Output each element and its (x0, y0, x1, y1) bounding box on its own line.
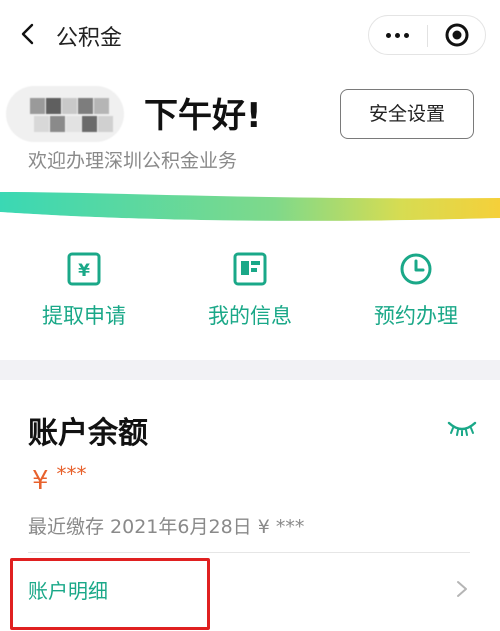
welcome-text: 欢迎办理深圳公积金业务 (28, 150, 238, 172)
more-dots-icon[interactable] (369, 16, 427, 54)
svg-text:¥: ¥ (78, 261, 90, 281)
greeting-text: 下午好! (144, 96, 262, 136)
security-settings-button[interactable]: 安全设置 (340, 89, 474, 139)
balance-title: 账户余额 (28, 416, 148, 451)
info-card-icon (233, 252, 267, 286)
quick-action-my-info[interactable]: 我的信息 (190, 252, 310, 330)
mini-program-capsule (368, 15, 486, 55)
clock-icon (400, 253, 432, 285)
highlight-annotation-box (10, 558, 210, 630)
page-title: 公积金 (56, 26, 123, 51)
quick-action-appointment[interactable]: 预约办理 (356, 252, 476, 330)
avatar (6, 86, 124, 142)
chevron-right-icon[interactable] (455, 579, 469, 599)
chevron-left-icon[interactable] (16, 22, 40, 46)
yuan-icon: ¥ (67, 252, 101, 286)
quick-action-label: 预约办理 (374, 304, 458, 328)
decorative-wave (0, 192, 500, 230)
quick-action-withdraw[interactable]: ¥ 提取申请 (24, 252, 144, 330)
quick-action-label: 我的信息 (208, 304, 292, 328)
account-balance-card: 账户余额 ¥ *** 最近缴存 2021年6月28日 ¥ *** 账户明细 (0, 380, 500, 631)
greeting-header: 下午好! 欢迎办理深圳公积金业务 安全设置 (0, 70, 500, 230)
recent-deposit-text: 最近缴存 2021年6月28日 ¥ *** (28, 516, 305, 538)
nav-bar: 公积金 (0, 0, 500, 70)
balance-amount: ¥ *** (32, 462, 87, 496)
divider (28, 552, 470, 553)
eye-closed-icon[interactable] (447, 420, 477, 436)
masked-amount: *** (56, 462, 87, 486)
quick-action-label: 提取申请 (42, 304, 126, 328)
target-circle-icon[interactable] (428, 16, 486, 54)
currency-symbol: ¥ (32, 466, 49, 496)
quick-actions: ¥ 提取申请 我的信息 预约办理 (0, 230, 500, 360)
